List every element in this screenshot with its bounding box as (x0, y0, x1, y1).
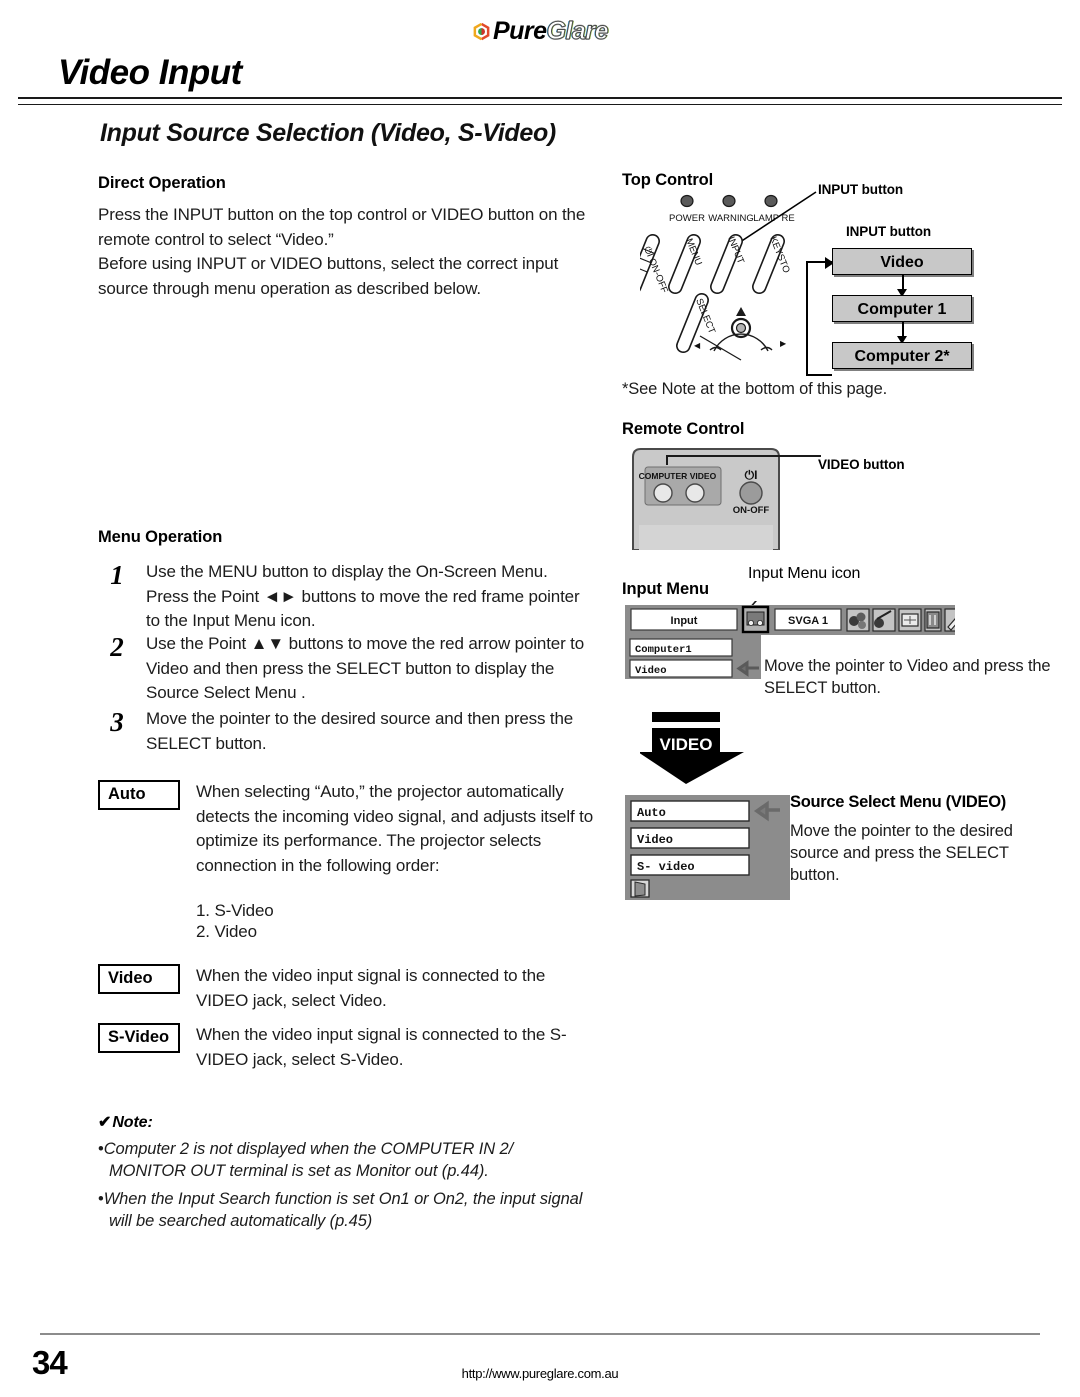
footer-divider (40, 1333, 1040, 1335)
order-item: 1. S-Video (196, 901, 274, 920)
direct-operation-body: Press the INPUT button on the top contro… (98, 205, 586, 298)
menu-step: 3 Move the pointer to the desired source… (98, 707, 588, 756)
source-select-instruction: Move the pointer to the desired source a… (790, 822, 1013, 884)
brand-logo: PureGlare (0, 16, 1080, 46)
svg-text:◀: ◀ (694, 341, 701, 350)
term-label-video: Video (98, 964, 180, 994)
source-select-osd: Auto Video S- video (625, 795, 790, 905)
order-item: 2. Video (196, 922, 257, 941)
svg-text:Video: Video (637, 833, 673, 847)
source-select-heading: Source Select Menu (VIDEO) (790, 793, 1006, 811)
brand-name-glare: Glare (546, 17, 609, 46)
menu-operation-heading: Menu Operation (98, 528, 223, 546)
term-row-auto: Auto When selecting “Auto,” the projecto… (98, 780, 593, 942)
step-number: 3 (110, 707, 124, 737)
term-label-auto: Auto (98, 780, 180, 810)
svg-text:COMPUTER: COMPUTER (639, 471, 688, 481)
footer-url: http://www.pureglare.com.au (461, 1366, 619, 1381)
callout-video-button: VIDEO button (818, 457, 905, 472)
step-text: Move the pointer to the desired source a… (146, 709, 574, 753)
term-description-video: When the video input signal is connected… (196, 966, 546, 1010)
step-text: Use the MENU button to display the On-Sc… (146, 562, 580, 630)
step-number: 2 (110, 632, 124, 662)
svg-text:POWER: POWER (669, 213, 705, 224)
see-note-text: *See Note at the bottom of this page. (622, 380, 888, 398)
note-item-text: Computer 2 is not displayed when the COM… (103, 1140, 514, 1180)
svg-text:S- video: S- video (637, 860, 695, 874)
note-item: •When the Input Search function is set O… (98, 1189, 593, 1232)
note-block: ✔Note: •Computer 2 is not displayed when… (98, 1112, 593, 1232)
svg-text:▶: ▶ (780, 339, 787, 348)
input-menu-heading: Input Menu (622, 580, 709, 598)
svg-text:Video: Video (635, 665, 667, 677)
flow-feedback-loop (806, 257, 834, 376)
term-order-list: 1. S-Video 2. Video (196, 900, 593, 942)
svg-text:Computer1: Computer1 (635, 644, 692, 656)
flow-box-computer2: Computer 2* (832, 342, 972, 369)
svg-text:ON-OFF: ON-OFF (733, 505, 770, 516)
callout-input-menu-icon: Input Menu icon (748, 565, 861, 582)
note-heading-text: Note: (112, 1114, 153, 1131)
term-description-svideo: When the video input signal is connected… (196, 1025, 567, 1069)
svg-text:LAMP RE: LAMP RE (753, 213, 795, 224)
pureglare-hexagon-icon (472, 19, 491, 41)
svg-text:Input: Input (671, 615, 698, 627)
flow-box-computer1: Computer 1 (832, 295, 972, 322)
exit-door-icon (630, 879, 650, 898)
video-banner-arrow: VIDEO (638, 712, 750, 789)
term-row-svideo: S-Video When the video input signal is c… (98, 1023, 593, 1072)
svg-text:WARNING: WARNING (708, 213, 754, 224)
callout-input-button-flow: INPUT button (846, 224, 932, 239)
checkmark-icon: ✔ (98, 1114, 112, 1131)
term-description-auto: When selecting “Auto,” the projector aut… (196, 782, 594, 875)
remote-control-illustration: COMPUTER VIDEO ⏻I ON-OFF (625, 445, 825, 555)
svg-text:Auto: Auto (637, 806, 666, 820)
svg-text:⏻I: ⏻I (745, 468, 758, 482)
page-title: Video Input (58, 53, 242, 92)
remote-control-heading: Remote Control (622, 420, 745, 438)
step-text: Use the Point ▲▼ buttons to move the red… (146, 634, 585, 702)
term-label-svideo: S-Video (98, 1023, 180, 1053)
svg-text:VIDEO: VIDEO (660, 735, 713, 754)
brand-name-pure: Pure (492, 17, 547, 45)
note-heading: ✔Note: (98, 1112, 593, 1132)
header-divider (18, 97, 1062, 105)
input-source-icon (741, 605, 770, 634)
flow-arrow-down (832, 322, 972, 344)
section-title: Input Source Selection (Video, S-Video) (100, 119, 556, 147)
flow-box-video: Video (832, 248, 972, 275)
note-item: •Computer 2 is not displayed when the CO… (98, 1139, 593, 1182)
flow-arrow-down (832, 275, 972, 297)
menu-step: 1 Use the MENU button to display the On-… (98, 560, 588, 634)
menu-step: 2 Use the Point ▲▼ buttons to move the r… (98, 632, 588, 706)
input-button-flowchart: Video Computer 1 Computer 2* (806, 248, 972, 376)
direct-operation-heading: Direct Operation (98, 174, 226, 192)
svg-text:SVGA 1: SVGA 1 (788, 615, 828, 627)
note-item-text: When the Input Search function is set On… (103, 1190, 583, 1230)
input-menu-instruction: Move the pointer to Video and press the … (764, 657, 1051, 697)
term-row-video: Video When the video input signal is con… (98, 964, 593, 1013)
step-number: 1 (110, 560, 124, 590)
svg-text:VIDEO: VIDEO (690, 471, 717, 481)
